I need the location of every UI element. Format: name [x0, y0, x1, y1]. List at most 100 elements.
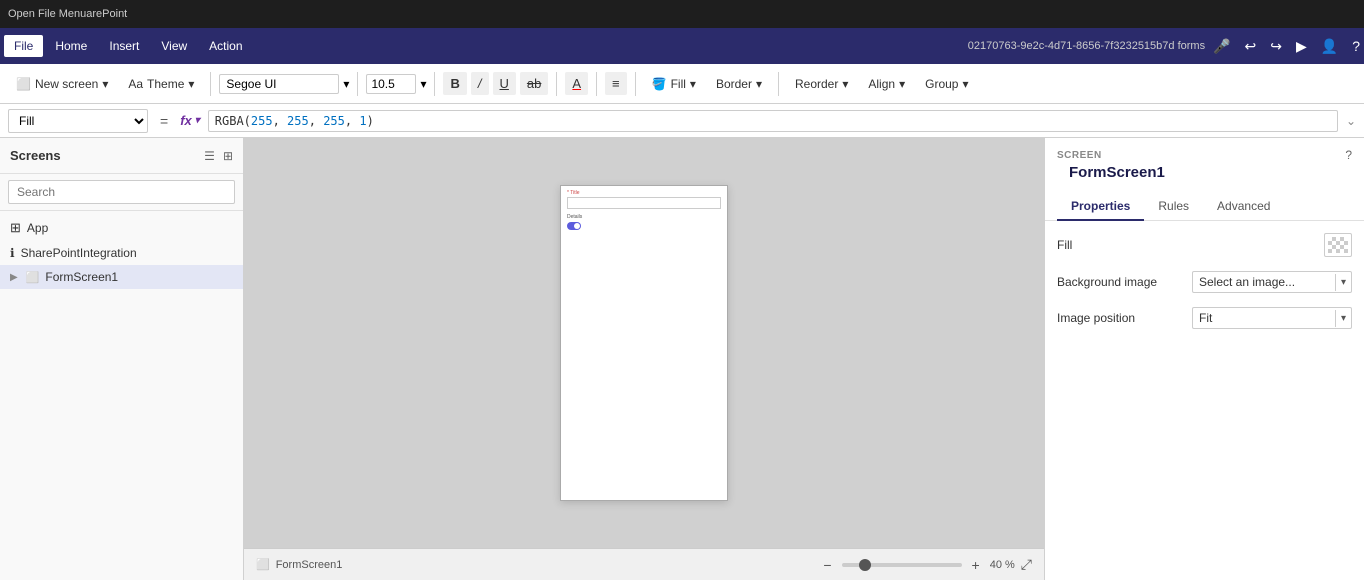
- fill-chevron: ▾: [690, 77, 696, 91]
- align-button[interactable]: ≡: [605, 72, 627, 95]
- formula-equals: =: [156, 113, 172, 129]
- reorder-button[interactable]: Reorder ▾: [787, 73, 856, 95]
- separator-5: [596, 72, 597, 96]
- canvas-details: Details: [567, 214, 582, 230]
- fill-button[interactable]: 🪣 Fill ▾: [644, 73, 704, 95]
- border-chevron: ▾: [756, 77, 762, 91]
- tabs-row: Properties Rules Advanced: [1045, 185, 1364, 221]
- underline-button[interactable]: U: [493, 72, 516, 95]
- align-label-button[interactable]: Align ▾: [860, 73, 913, 95]
- tab-properties[interactable]: Properties: [1057, 193, 1144, 221]
- tab-rules[interactable]: Rules: [1144, 193, 1203, 221]
- screen-name-bottom: FormScreen1: [276, 559, 343, 571]
- theme-chevron: ▾: [188, 77, 194, 91]
- border-button[interactable]: Border ▾: [708, 73, 770, 95]
- screens-header-icons: ☰ ⊞: [204, 149, 233, 163]
- play-icon[interactable]: ▶: [1296, 38, 1307, 55]
- screens-header: Screens ☰ ⊞: [0, 138, 243, 174]
- sharepoint-text: arePoint: [86, 8, 127, 20]
- font-color-button[interactable]: A: [565, 72, 588, 95]
- font-size-chevron[interactable]: ▾: [420, 77, 426, 91]
- menu-bar: File Home Insert View Action 02170763-9e…: [0, 28, 1364, 64]
- redo-icon[interactable]: ↪: [1270, 38, 1282, 55]
- screen-name-container: FormScreen1: [1045, 162, 1364, 185]
- font-size-input[interactable]: [366, 74, 416, 94]
- zoom-value: 40 %: [990, 559, 1015, 571]
- user-icon[interactable]: 👤: [1321, 38, 1338, 55]
- align-chevron: ▾: [899, 77, 905, 91]
- zoom-slider[interactable]: [842, 563, 962, 567]
- toolbar: ⬜ New screen ▾ Aa Theme ▾ ▾ ▾ B / U ab A…: [0, 64, 1364, 104]
- doc-id: 02170763-9e2c-4d71-8656-7f3232515b7d for…: [968, 40, 1205, 52]
- italic-button[interactable]: /: [471, 72, 489, 95]
- help-icon[interactable]: ?: [1352, 38, 1360, 55]
- right-panel-header: SCREEN ?: [1045, 138, 1364, 162]
- zoom-plus-button[interactable]: +: [968, 555, 984, 575]
- strikethrough-button[interactable]: ab: [520, 72, 548, 95]
- formscreen1-expand-icon[interactable]: ▶: [10, 272, 18, 283]
- search-input[interactable]: [8, 180, 235, 204]
- menu-item-insert[interactable]: Insert: [99, 35, 149, 57]
- undo-icon[interactable]: ↩: [1245, 38, 1257, 55]
- list-view-icon[interactable]: ☰: [204, 149, 215, 163]
- theme-icon: Aa: [128, 77, 143, 91]
- fx-chevron[interactable]: ▾: [195, 115, 200, 126]
- font-name-chevron[interactable]: ▾: [343, 77, 349, 91]
- group-button[interactable]: Group ▾: [917, 73, 976, 95]
- image-position-row: Image position Fit ▾: [1057, 307, 1352, 329]
- app-icon: ⊞: [10, 220, 21, 236]
- canvas-toggle[interactable]: [567, 222, 581, 230]
- menu-item-file[interactable]: File: [4, 35, 43, 57]
- canvas-title-input[interactable]: [567, 197, 721, 209]
- help-button[interactable]: ?: [1345, 148, 1352, 162]
- formula-expand-icon[interactable]: ⌄: [1346, 114, 1356, 128]
- canvas-title-label: * Title: [567, 190, 721, 196]
- new-screen-button[interactable]: ⬜ New screen ▾: [8, 73, 116, 95]
- reorder-chevron: ▾: [842, 77, 848, 91]
- main-area: Screens ☰ ⊞ ⊞ App ℹ SharePointIntegratio…: [0, 138, 1364, 580]
- menu-item-home[interactable]: Home: [45, 35, 97, 57]
- image-position-select[interactable]: Fit ▾: [1192, 307, 1352, 329]
- background-image-select[interactable]: Select an image... ▾: [1192, 271, 1352, 293]
- sharepointintegration-label: SharePointIntegration: [21, 246, 137, 260]
- screens-panel: Screens ☰ ⊞ ⊞ App ℹ SharePointIntegratio…: [0, 138, 244, 580]
- menu-item-view[interactable]: View: [151, 35, 197, 57]
- separator-1: [210, 72, 211, 96]
- group-chevron: ▾: [962, 77, 968, 91]
- list-item-formscreen1[interactable]: ▶ ⬜ FormScreen1: [0, 265, 243, 289]
- zoom-minus-button[interactable]: −: [819, 555, 835, 575]
- open-file-menu-text[interactable]: Open File Menu: [8, 8, 86, 20]
- list-item-app[interactable]: ⊞ App: [0, 215, 243, 241]
- canvas-area: * Title Details ⬜ FormScreen1 − + 40 % ⤢: [244, 138, 1044, 580]
- expand-canvas-button[interactable]: ⤢: [1021, 556, 1032, 573]
- formscreen1-screen-icon: ⬜: [26, 271, 40, 284]
- screens-search: [0, 174, 243, 211]
- screen-section-label: SCREEN: [1057, 150, 1102, 161]
- canvas-title-bar: * Title: [567, 190, 721, 209]
- grid-view-icon[interactable]: ⊞: [223, 149, 233, 163]
- new-screen-chevron: ▾: [102, 77, 108, 91]
- canvas-content: * Title Details: [244, 138, 1044, 548]
- canvas-frame[interactable]: * Title Details: [560, 185, 728, 501]
- image-position-chevron[interactable]: ▾: [1335, 310, 1351, 327]
- fill-label: Fill: [1057, 238, 1072, 252]
- theme-button[interactable]: Aa Theme ▾: [120, 73, 202, 95]
- property-select[interactable]: Fill: [8, 109, 148, 133]
- separator-2: [357, 72, 358, 96]
- fill-color-swatch[interactable]: [1324, 233, 1352, 257]
- fill-bucket-icon: 🪣: [652, 77, 667, 91]
- menu-item-action[interactable]: Action: [199, 35, 252, 57]
- mic-icon[interactable]: 🎤: [1213, 38, 1230, 55]
- list-item-sharepointintegration[interactable]: ℹ SharePointIntegration: [0, 241, 243, 265]
- formula-input[interactable]: RGBA(255, 255, 255, 1): [208, 110, 1338, 132]
- font-name-input[interactable]: [219, 74, 339, 94]
- image-position-label: Image position: [1057, 311, 1135, 325]
- zoom-controls: − + 40 % ⤢: [819, 555, 1032, 575]
- canvas-details-label: Details: [567, 214, 582, 220]
- bold-button[interactable]: B: [443, 72, 466, 95]
- top-bar: Open File Menu arePoint: [0, 0, 1364, 28]
- formula-fx[interactable]: fx ▾: [180, 113, 200, 128]
- tab-advanced[interactable]: Advanced: [1203, 193, 1284, 221]
- canvas-bottom-bar: ⬜ FormScreen1 − + 40 % ⤢: [244, 548, 1044, 580]
- background-image-chevron[interactable]: ▾: [1335, 274, 1351, 291]
